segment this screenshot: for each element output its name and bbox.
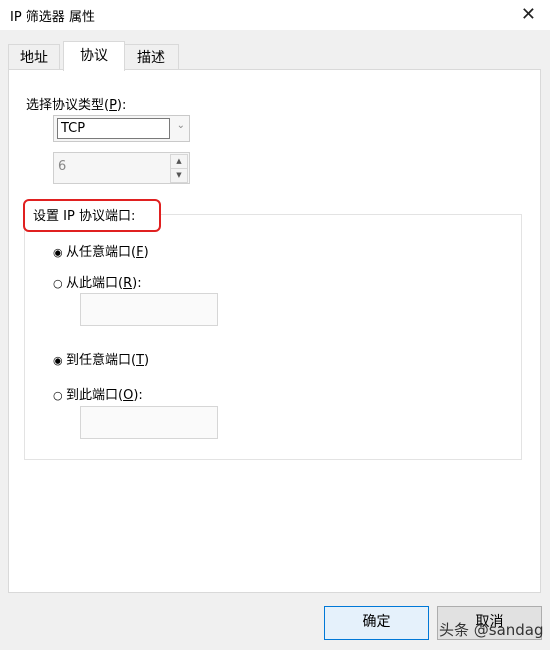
radio-unchecked-icon: ○ <box>53 277 63 290</box>
chevron-down-icon[interactable]: ⌄ <box>177 120 185 131</box>
from-this-port-radio[interactable]: ○ 从此端口(R): <box>53 272 142 291</box>
tab-panel-protocol: 选择协议类型(P): TCP ⌄ 6 ▲ ▼ 设置 IP 协议端口: ◉ 从任意端… <box>8 69 541 593</box>
close-icon[interactable]: ✕ <box>521 4 536 25</box>
from-any-port-radio[interactable]: ◉ 从任意端口(F) <box>53 241 149 260</box>
to-port-input[interactable] <box>80 406 218 439</box>
window-title: IP 筛选器 属性 <box>10 10 95 25</box>
to-any-port-radio[interactable]: ◉ 到任意端口(T) <box>53 349 149 368</box>
tab-description[interactable]: 描述 <box>123 44 179 71</box>
protocol-type-select[interactable]: TCP ⌄ <box>53 115 190 142</box>
watermark: 头条 @sandag <box>439 621 544 639</box>
protocol-type-label: 选择协议类型(P): <box>26 98 127 113</box>
title-bar: IP 筛选器 属性 ✕ <box>0 0 550 30</box>
radio-checked-icon: ◉ <box>53 354 63 367</box>
to-this-port-radio[interactable]: ○ 到此端口(O): <box>53 384 143 403</box>
triangle-up-icon[interactable]: ▲ <box>170 154 188 169</box>
radio-checked-icon: ◉ <box>53 246 63 259</box>
tab-address[interactable]: 地址 <box>8 44 60 71</box>
port-group-title: 设置 IP 协议端口: <box>33 209 136 224</box>
protocol-type-value: TCP <box>57 118 170 139</box>
protocol-number-stepper[interactable]: 6 ▲ ▼ <box>53 152 190 184</box>
tab-protocol[interactable]: 协议 <box>63 41 125 71</box>
protocol-number-value: 6 <box>58 159 67 174</box>
triangle-down-icon[interactable]: ▼ <box>170 168 188 183</box>
highlight-box: 设置 IP 协议端口: <box>23 199 161 232</box>
radio-unchecked-icon: ○ <box>53 389 63 402</box>
ok-button[interactable]: 确定 <box>324 606 429 640</box>
from-port-input[interactable] <box>80 293 218 326</box>
